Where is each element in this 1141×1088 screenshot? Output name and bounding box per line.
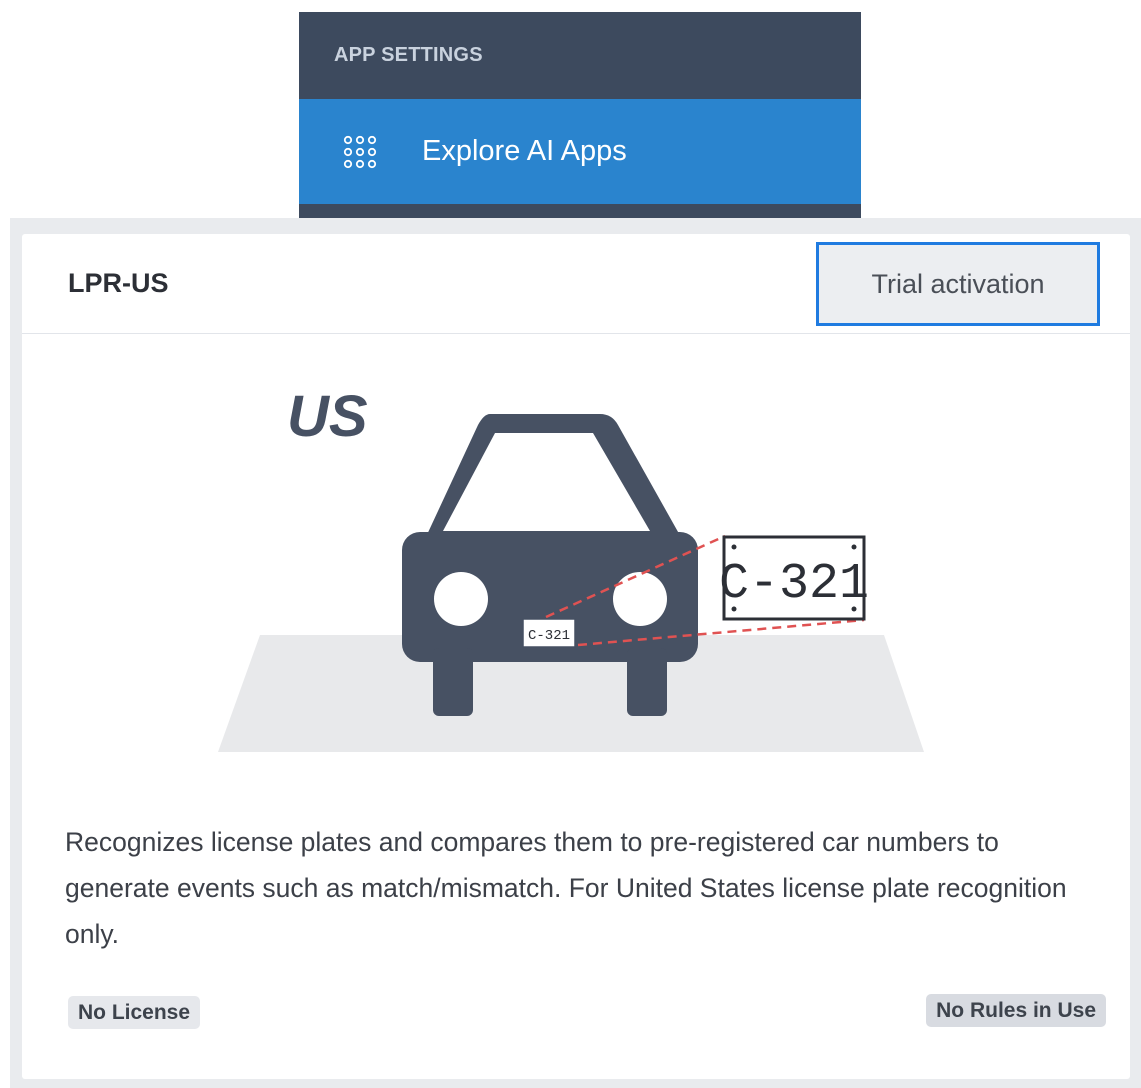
rules-status-badge: No Rules in Use xyxy=(926,994,1106,1027)
large-plate-text: C-321 xyxy=(719,556,869,613)
menu-item-label: Explore AI Apps xyxy=(422,135,627,167)
card-title: LPR-US xyxy=(68,268,169,298)
grid-dots-icon xyxy=(343,135,377,168)
license-status-badge: No License xyxy=(68,996,201,1029)
app-card-lpr-us: LPR-US Trial activation US C-321 C-321 R… xyxy=(22,234,1130,1079)
left-headlight xyxy=(434,572,488,626)
right-headlight xyxy=(613,572,667,626)
app-settings-menu: APP SETTINGS Explore AI Apps xyxy=(299,12,861,218)
menu-header: APP SETTINGS xyxy=(334,44,483,66)
left-wheel xyxy=(433,648,473,716)
app-description: Recognizes license plates and compares t… xyxy=(65,827,1067,949)
small-plate-text: C-321 xyxy=(528,628,570,644)
right-wheel xyxy=(627,648,667,716)
card-header: LPR-US Trial activation xyxy=(22,234,1130,334)
app-card-container: LPR-US Trial activation US C-321 C-321 R… xyxy=(10,218,1141,1088)
menu-item-explore-ai-apps[interactable]: Explore AI Apps xyxy=(299,99,861,204)
region-label: US xyxy=(287,384,368,449)
trial-activation-button[interactable]: Trial activation xyxy=(816,242,1100,326)
car-license-plate-icon: US C-321 C-321 xyxy=(218,384,924,752)
